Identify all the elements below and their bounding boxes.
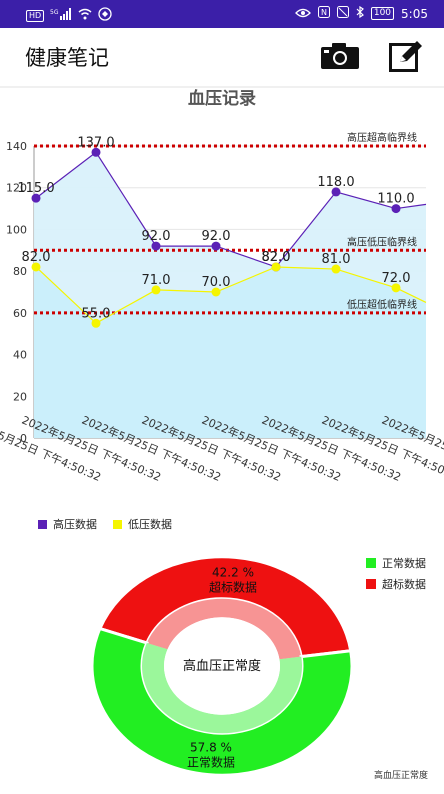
reference-line-label: 高压超高临界线 bbox=[347, 131, 417, 144]
pie-legend-exceed: 超标数据 bbox=[366, 576, 426, 592]
donut-percent-label: 42.2 % bbox=[212, 565, 254, 579]
data-label: 115.0 bbox=[17, 181, 54, 196]
data-label: 72.0 bbox=[382, 271, 411, 286]
legend-swatch-systolic bbox=[38, 519, 47, 529]
hd-icon: HD bbox=[26, 9, 45, 22]
status-left: HD 5G bbox=[26, 7, 112, 24]
bluetooth-icon bbox=[356, 5, 364, 21]
data-label: 92.0 bbox=[202, 229, 231, 244]
y-tick-label: 40 bbox=[13, 349, 27, 362]
status-right: N 100 5:05 bbox=[294, 5, 428, 21]
svg-text:5G: 5G bbox=[50, 9, 59, 16]
reference-line-label: 低压超低临界线 bbox=[347, 298, 417, 311]
data-label: 92.0 bbox=[142, 229, 171, 244]
data-label: 55.0 bbox=[82, 306, 111, 321]
donut-slice-label: 正常数据 bbox=[187, 755, 235, 770]
data-label: 118.0 bbox=[317, 175, 354, 190]
data-label: 82.0 bbox=[262, 250, 291, 265]
data-label: 82.0 bbox=[22, 250, 51, 265]
pie-legend-swatch-exceed bbox=[366, 579, 376, 589]
eye-icon bbox=[294, 7, 311, 21]
pie-legend-label-exceed: 超标数据 bbox=[382, 578, 426, 591]
svg-text:N: N bbox=[321, 8, 327, 17]
5g-signal-icon: 5G bbox=[50, 8, 72, 23]
reference-line-label: 高压低压临界线 bbox=[347, 235, 417, 248]
mute-icon bbox=[336, 6, 349, 21]
nfc-icon: N bbox=[317, 6, 330, 21]
data-label: 71.0 bbox=[142, 273, 171, 288]
data-label: 110.0 bbox=[377, 192, 414, 207]
line-chart-legend: 高压数据 低压数据 bbox=[38, 516, 172, 532]
pie-legend-label-normal: 正常数据 bbox=[382, 557, 426, 570]
data-label: 81.0 bbox=[322, 252, 351, 267]
legend-item-systolic: 高压数据 bbox=[38, 516, 97, 532]
app-notification-icon bbox=[98, 7, 112, 24]
donut-center-label: 高血压正常度 bbox=[183, 658, 261, 674]
data-label: 70.0 bbox=[202, 275, 231, 290]
y-tick-label: 80 bbox=[13, 265, 27, 278]
status-time: 5:05 bbox=[401, 6, 428, 21]
pie-legend-normal: 正常数据 bbox=[366, 555, 426, 571]
legend-swatch-diastolic bbox=[113, 519, 122, 529]
app-bar: 健康笔记 bbox=[0, 28, 444, 84]
pie-legend: 正常数据 超标数据 bbox=[366, 555, 426, 597]
battery-icon: 100 bbox=[370, 7, 395, 20]
y-tick-label: 100 bbox=[6, 223, 27, 236]
y-tick-label: 20 bbox=[13, 390, 27, 403]
donut-percent-label: 57.8 % bbox=[190, 741, 232, 755]
y-tick-label: 60 bbox=[13, 307, 27, 320]
wifi-icon bbox=[78, 8, 92, 23]
donut-slice-label: 超标数据 bbox=[209, 579, 257, 594]
status-bar: HD 5G N 100 5:05 bbox=[0, 0, 444, 28]
pie-legend-swatch-normal bbox=[366, 558, 376, 568]
edit-icon[interactable] bbox=[389, 40, 423, 72]
pie-description: 高血压正常度 bbox=[373, 771, 428, 781]
y-tick-label: 140 bbox=[6, 140, 27, 153]
legend-item-diastolic: 低压数据 bbox=[113, 516, 172, 532]
line-chart: 020406080100120140高压超高临界线高压低压临界线低压超低临界线1… bbox=[0, 131, 444, 484]
camera-icon[interactable] bbox=[320, 42, 360, 70]
app-title: 健康笔记 bbox=[25, 46, 109, 70]
data-label: 137.0 bbox=[77, 135, 114, 150]
legend-label-systolic: 高压数据 bbox=[53, 518, 97, 531]
legend-label-diastolic: 低压数据 bbox=[128, 518, 172, 531]
